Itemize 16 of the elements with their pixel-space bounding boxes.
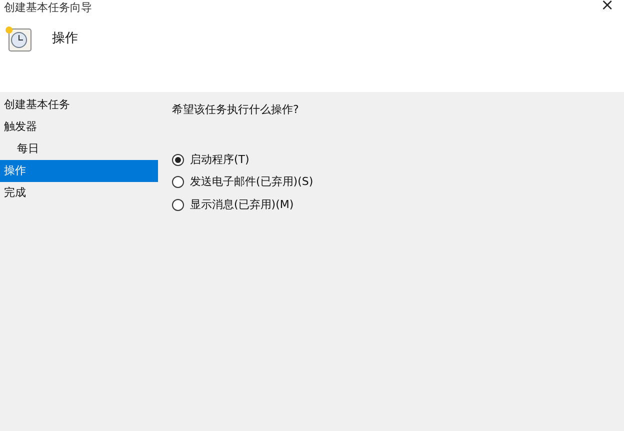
sidebar-item[interactable]: 每日 bbox=[0, 138, 158, 160]
radio-label[interactable]: 发送电子邮件(已弃用)(S) bbox=[190, 174, 314, 190]
page-title: 操作 bbox=[52, 30, 78, 48]
sidebar-item[interactable]: 触发器 bbox=[0, 116, 158, 138]
question-text: 希望该任务执行什么操作? bbox=[172, 102, 300, 118]
sidebar-item[interactable]: 完成 bbox=[0, 182, 158, 204]
close-button[interactable]: × bbox=[596, 0, 618, 13]
sidebar-item[interactable]: 操作 bbox=[0, 160, 158, 182]
radio-label[interactable]: 启动程序(T) bbox=[190, 152, 250, 168]
radio-label[interactable]: 显示消息(已弃用)(M) bbox=[190, 196, 294, 213]
radio-button[interactable] bbox=[172, 198, 184, 211]
window-title: 创建基本任务向导 bbox=[4, 1, 92, 14]
radio-button[interactable] bbox=[172, 176, 184, 188]
sidebar-item[interactable]: 创建基本任务 bbox=[0, 94, 158, 116]
clock-icon bbox=[4, 24, 34, 52]
radio-button[interactable] bbox=[172, 154, 184, 166]
